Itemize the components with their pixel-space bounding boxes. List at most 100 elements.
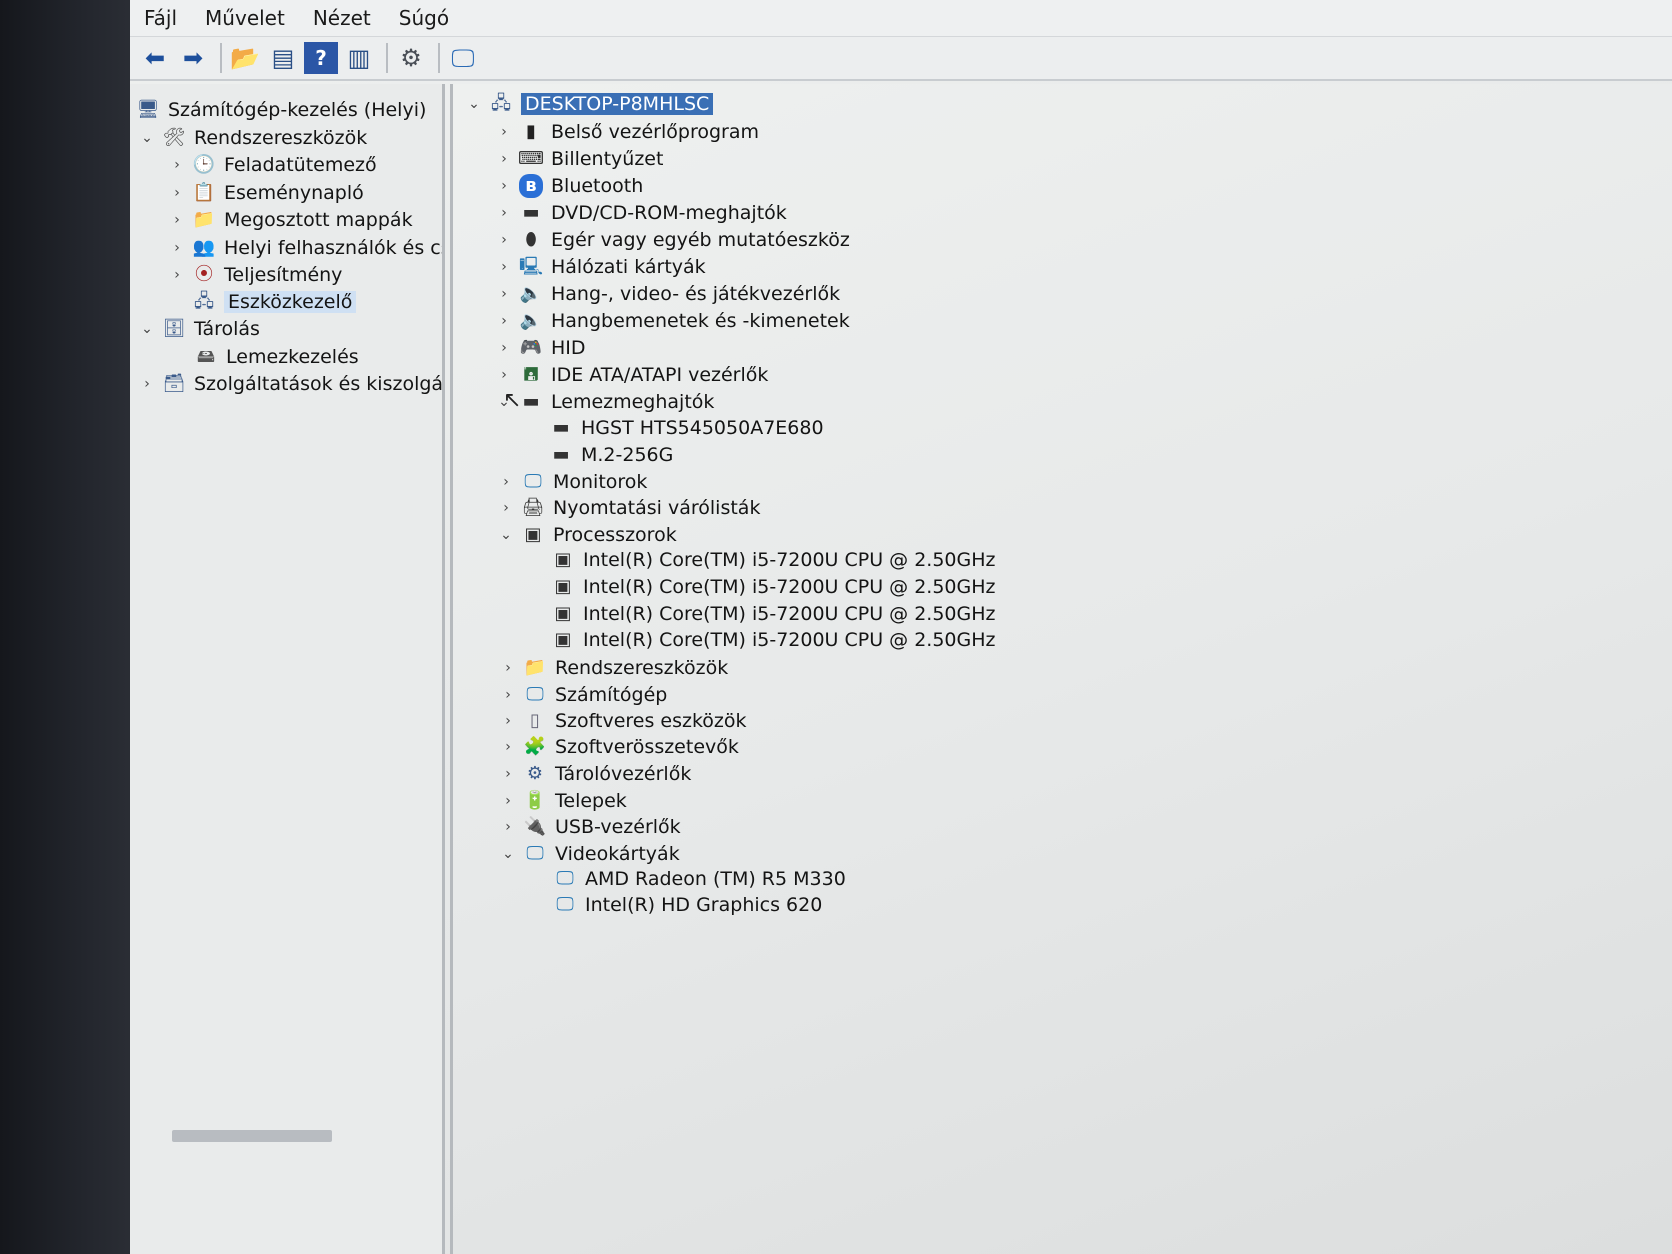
chevron-right-icon[interactable]: › bbox=[495, 340, 513, 356]
device-category[interactable]: › ⌨ Billentyűzet bbox=[495, 145, 663, 173]
device-category[interactable]: › 🎮 HID bbox=[495, 334, 586, 362]
category-label: Hang-, video- és játékvezérlők bbox=[551, 283, 841, 305]
chevron-right-icon[interactable]: › bbox=[499, 793, 517, 809]
tree-item-local-users[interactable]: › 👥 Helyi felhasználók és csc bbox=[168, 234, 442, 262]
chevron-down-icon[interactable]: ⌄ bbox=[138, 321, 156, 337]
chevron-down-icon[interactable]: ⌄ bbox=[465, 96, 483, 112]
chevron-right-icon[interactable]: › bbox=[168, 240, 186, 256]
chevron-right-icon[interactable]: › bbox=[497, 500, 515, 516]
device-category[interactable]: › ▯ Szoftveres eszközök bbox=[499, 707, 746, 735]
chevron-right-icon[interactable]: › bbox=[495, 232, 513, 248]
category-label: Billentyűzet bbox=[551, 148, 664, 170]
chevron-right-icon[interactable]: › bbox=[495, 205, 513, 221]
tree-item-system-tools[interactable]: ⌄ 🛠 Rendszereszközök bbox=[138, 124, 367, 152]
device-category[interactable]: › 🧩 Szoftverösszetevők bbox=[499, 733, 739, 761]
device-item[interactable]: ▣ Intel(R) Core(TM) i5-7200U CPU @ 2.50G… bbox=[551, 626, 995, 654]
device-item[interactable]: 🖵 AMD Radeon (TM) R5 M330 bbox=[553, 865, 845, 893]
menu-help[interactable]: Súgó bbox=[385, 0, 463, 36]
device-label: Intel(R) Core(TM) i5-7200U CPU @ 2.50GHz bbox=[583, 603, 996, 625]
device-category[interactable]: › ⬮ Egér vagy egyéb mutatóeszköz bbox=[495, 226, 850, 254]
chevron-right-icon[interactable]: › bbox=[499, 739, 517, 755]
chevron-down-icon[interactable]: ⌄ bbox=[497, 527, 515, 543]
chevron-right-icon[interactable]: › bbox=[168, 267, 186, 283]
update-driver-icon[interactable]: ⚙ bbox=[394, 42, 428, 74]
category-label: Rendszereszközök bbox=[555, 657, 729, 679]
chevron-right-icon[interactable]: › bbox=[499, 660, 517, 676]
back-arrow-icon[interactable]: ⬅ bbox=[138, 42, 172, 74]
device-item[interactable]: 🖵 Intel(R) HD Graphics 620 bbox=[553, 891, 822, 919]
tree-item-shared-folders[interactable]: › 📁 Megosztott mappák bbox=[168, 206, 412, 234]
device-category[interactable]: › 🖪 IDE ATA/ATAPI vezérlők bbox=[495, 361, 768, 389]
device-category[interactable]: › 🖵 Számítógép bbox=[499, 681, 667, 709]
device-category[interactable]: › ▮ Belső vezérlőprogram bbox=[495, 118, 759, 146]
tree-label: Tárolás bbox=[194, 318, 260, 340]
device-category[interactable]: › 🔌 USB-vezérlők bbox=[499, 813, 681, 841]
chevron-right-icon[interactable]: › bbox=[138, 376, 156, 392]
action-pane-icon[interactable]: ▥ bbox=[342, 42, 376, 74]
chevron-right-icon[interactable]: › bbox=[495, 367, 513, 383]
tree-item-performance[interactable]: › ⦿ Teljesítmény bbox=[168, 261, 342, 289]
device-category[interactable]: › 📁 Rendszereszközök bbox=[499, 654, 728, 682]
device-item[interactable]: ▣ Intel(R) Core(TM) i5-7200U CPU @ 2.50G… bbox=[551, 546, 995, 574]
scan-hardware-icon[interactable]: 🖵 bbox=[446, 42, 480, 74]
show-hide-console-tree-icon[interactable]: ▤ bbox=[266, 42, 300, 74]
chevron-right-icon[interactable]: › bbox=[499, 819, 517, 835]
device-category[interactable]: › 🖨 Nyomtatási várólisták bbox=[497, 494, 760, 522]
device-category[interactable]: › 🔋 Telepek bbox=[499, 787, 627, 815]
chevron-right-icon[interactable]: › bbox=[495, 124, 513, 140]
menu-file[interactable]: Fájl bbox=[130, 0, 191, 36]
chevron-right-icon[interactable]: › bbox=[495, 151, 513, 167]
tree-item-storage[interactable]: ⌄ 🗄 Tárolás bbox=[138, 315, 260, 343]
tree-item-disk-management[interactable]: 🖴 Lemezkezelés bbox=[194, 343, 359, 371]
folder-up-icon[interactable]: 📂 bbox=[228, 42, 262, 74]
category-label: HID bbox=[551, 337, 586, 359]
help-icon[interactable]: ? bbox=[304, 42, 338, 74]
tree-item-event-viewer[interactable]: › 📋 Eseménynapló bbox=[168, 179, 364, 207]
chevron-right-icon[interactable]: › bbox=[499, 713, 517, 729]
chevron-right-icon[interactable]: › bbox=[499, 766, 517, 782]
tree-item-device-manager[interactable]: 🖧 Eszközkezelő bbox=[192, 288, 357, 316]
device-item[interactable]: ▣ Intel(R) Core(TM) i5-7200U CPU @ 2.50G… bbox=[551, 600, 996, 628]
device-root[interactable]: ⌄ 🖧 DESKTOP-P8MHLSC bbox=[465, 90, 714, 118]
hid-icon: 🎮 bbox=[519, 337, 543, 358]
forward-arrow-icon[interactable]: ➡ bbox=[176, 42, 210, 74]
tree-label: Szolgáltatások és kiszolgáló bbox=[194, 373, 445, 395]
toolbar-separator bbox=[220, 43, 222, 73]
device-category[interactable]: › ʙ Bluetooth bbox=[495, 172, 643, 200]
chevron-right-icon[interactable]: › bbox=[495, 286, 513, 302]
device-item[interactable]: ▬ HGST HTS545050A7E680 bbox=[549, 414, 823, 442]
tree-item-task-scheduler[interactable]: › 🕒 Feladatütemező bbox=[168, 151, 376, 179]
device-category-expanded[interactable]: ⌄ ▬ Lemezmeghajtók bbox=[495, 388, 714, 416]
chevron-down-icon[interactable]: ⌄ bbox=[138, 130, 156, 146]
computer-name: DESKTOP-P8MHLSC bbox=[521, 93, 714, 115]
chevron-right-icon[interactable]: › bbox=[497, 474, 515, 490]
device-category[interactable]: › ⚙ Tárolóvezérlők bbox=[499, 760, 691, 788]
device-category[interactable]: › 🔈 Hang-, video- és játékvezérlők bbox=[495, 280, 840, 308]
device-category[interactable]: › 🖳 Hálózati kártyák bbox=[495, 253, 706, 281]
chevron-right-icon[interactable]: › bbox=[168, 185, 186, 201]
software-component-icon: 🧩 bbox=[523, 736, 547, 757]
device-category[interactable]: › 🔈 Hangbemenetek és -kimenetek bbox=[495, 307, 850, 335]
device-category-expanded[interactable]: ⌄ 🖵 Videokártyák bbox=[499, 840, 680, 868]
chevron-right-icon[interactable]: › bbox=[495, 178, 513, 194]
device-category[interactable]: › 🖵 Monitorok bbox=[497, 468, 647, 496]
tree-item-computer-management[interactable]: 🖥 Számítógép-kezelés (Helyi) bbox=[136, 96, 427, 124]
device-category-expanded[interactable]: ⌄ ▣ Processzorok bbox=[497, 521, 677, 549]
menu-view[interactable]: Nézet bbox=[299, 0, 385, 36]
chevron-right-icon[interactable]: › bbox=[168, 157, 186, 173]
tools-icon: 🛠 bbox=[162, 127, 186, 148]
chevron-right-icon[interactable]: › bbox=[495, 313, 513, 329]
chevron-right-icon[interactable]: › bbox=[495, 259, 513, 275]
tree-item-services[interactable]: › 🗃 Szolgáltatások és kiszolgáló bbox=[138, 370, 445, 398]
tree-label: Lemezkezelés bbox=[226, 346, 359, 368]
device-item[interactable]: ▣ Intel(R) Core(TM) i5-7200U CPU @ 2.50G… bbox=[551, 573, 995, 601]
toolbar: ⬅ ➡ 📂 ▤ ? ▥ ⚙ 🖵 bbox=[130, 37, 1672, 81]
chevron-down-icon[interactable]: ⌄ bbox=[499, 846, 517, 862]
device-item[interactable]: ▬ M.2-256G bbox=[549, 441, 673, 469]
device-category[interactable]: › ▬ DVD/CD-ROM-meghajtók bbox=[495, 199, 787, 227]
horizontal-scrollbar[interactable] bbox=[172, 1130, 332, 1142]
chevron-right-icon[interactable]: › bbox=[168, 212, 186, 228]
menu-action[interactable]: Művelet bbox=[191, 0, 299, 36]
chevron-right-icon[interactable]: › bbox=[499, 687, 517, 703]
category-label: USB-vezérlők bbox=[555, 816, 681, 838]
